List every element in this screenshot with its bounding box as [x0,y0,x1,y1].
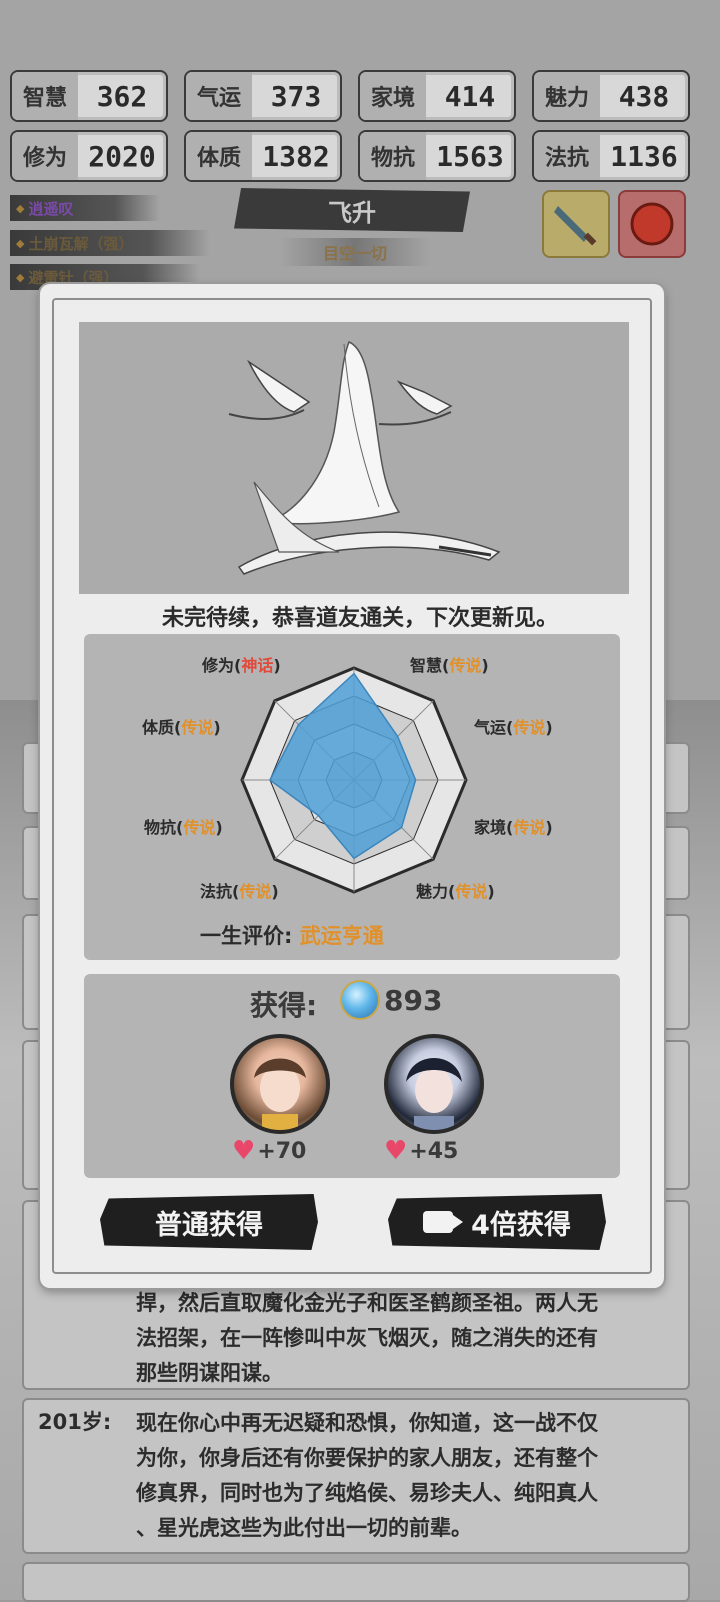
log-text: 捍，然后直取魔化金光子和医圣鹤颜圣祖。两人无 法招架，在一阵惨叫中灰飞烟灭，随之… [136,1286,674,1391]
log-card: 201岁: 现在你心中再无迟疑和恐惧，你知道，这一战不仅 为你，你身后还有你要保… [22,1398,690,1554]
skill-label: 土崩瓦解（强） [28,234,134,253]
orb-icon [630,202,674,246]
radar-label-name: 魅力 [416,882,449,901]
radar-label-grade: 传说 [513,818,546,837]
ascension-artwork [79,322,629,594]
stat-value: 1136 [610,139,678,173]
radar-label-physique: 体质(传说) [142,718,221,737]
stat-name: 修为 [12,132,78,180]
stat-wisdom: 智慧 362 [10,70,168,122]
radar-label-phys-resist: 物抗(传说) [144,818,223,837]
stat-physique: 体质 1382 [184,130,342,182]
radar-label-luck: 气运(传说) [474,718,553,737]
4x-claim-button[interactable]: 4倍获得 [388,1194,606,1250]
favor-bonus: +45 [409,1138,459,1164]
radar-label-grade: 传说 [239,882,272,901]
diamond-icon: ◆ [16,201,25,215]
radar-label-name: 体质 [142,718,175,737]
stat-charm: 魅力 438 [532,70,690,122]
companion-face-icon [254,1058,306,1130]
radar-label-name: 法抗 [200,882,233,901]
stat-value: 2020 [88,139,156,173]
stat-value: 1563 [436,139,504,173]
skill-item[interactable]: ◆ 逍遥叹 [10,195,160,221]
log-line: 那些阴谋阳谋。 [136,1361,283,1385]
stat-name: 家境 [360,72,426,120]
video-camera-icon [423,1211,464,1233]
log-line: 修真界，同时也为了纯焰侯、易珍夫人、纯阳真人 [136,1481,598,1505]
companion-favor: ♥ +45 [384,1136,458,1166]
crane-immortal-illustration [228,341,501,575]
stat-name: 物抗 [360,132,426,180]
log-line: 为你，你身后还有你要保护的家人朋友，还有整个 [136,1446,598,1470]
completion-message: 未完待续，恭喜道友通关，下次更新见。 [161,606,558,631]
radar-label-wisdom: 智慧(传说) [410,656,489,675]
companion-face-icon [406,1058,462,1130]
stat-family: 家境 414 [358,70,516,122]
radar-label-name: 气运 [474,718,507,737]
evaluation-value: 武运亨通 [299,924,384,948]
normal-claim-button[interactable]: 普通获得 [100,1194,318,1250]
stat-name: 魅力 [534,72,600,120]
life-evaluation: 一生评价: 武运亨通 [200,920,384,950]
4x-claim-label: 4倍获得 [471,1209,571,1241]
attribute-radar-chart [240,666,468,894]
normal-claim-label: 普通获得 [155,1209,263,1241]
stat-value: 414 [444,79,496,113]
companion-portrait[interactable] [230,1034,330,1134]
radar-label-name: 家境 [474,818,507,837]
radar-label-name: 物抗 [144,818,177,837]
companion-portrait[interactable] [384,1034,484,1134]
dagger-icon [554,206,597,246]
log-text: 现在你心中再无迟疑和恐惧，你知道，这一战不仅 为你，你身后还有你要保护的家人朋友… [136,1406,674,1546]
equipment-slot[interactable] [542,190,610,258]
log-line: 、星光虎这些为此付出一切的前辈。 [136,1516,472,1540]
stat-name: 体质 [186,132,252,180]
heart-icon: ♥ [232,1136,256,1166]
radar-label-charm: 魅力(传说) [416,882,495,901]
stat-magic-resist: 法抗 1136 [532,130,690,182]
skill-item[interactable]: ◆ 土崩瓦解（强） [10,230,210,256]
log-age: 201岁: [38,1410,112,1434]
radar-label-name: 智慧 [410,656,443,675]
favor-bonus: +70 [257,1138,307,1164]
radar-label-grade: 传说 [455,882,488,901]
radar-label-grade: 神话 [241,656,274,675]
log-line: 法招架，在一阵惨叫中灰飞烟灭，随之消失的还有 [136,1326,598,1350]
gain-label: 获得: [250,989,318,1022]
stat-value: 1382 [262,139,330,173]
companion-favor: ♥ +70 [232,1136,306,1166]
gain-amount: 893 [384,984,443,1017]
diamond-icon: ◆ [16,270,25,284]
stat-value: 373 [270,79,322,113]
radar-label-cultivation: 修为(神话) [202,656,281,675]
log-line: 捍，然后直取魔化金光子和医圣鹤颜圣祖。两人无 [136,1291,598,1315]
radar-label-magic-resist: 法抗(传说) [200,882,279,901]
stat-value: 438 [618,79,670,113]
log-card [22,1562,690,1602]
stat-cultivation: 修为 2020 [10,130,168,182]
stat-name: 法抗 [534,132,600,180]
stat-value: 362 [96,79,148,113]
radar-label-grade: 传说 [181,718,214,737]
radar-label-grade: 传说 [183,818,216,837]
log-line: 现在你心中再无迟疑和恐惧，你知道，这一战不仅 [136,1411,598,1435]
radar-label-name: 修为 [202,656,235,675]
stat-name: 气运 [186,72,252,120]
radar-label-grade: 传说 [449,656,482,675]
stat-phys-resist: 物抗 1563 [358,130,516,182]
stat-name: 智慧 [12,72,78,120]
stage-subtitle: 目空一切 [280,238,430,266]
equipment-slot[interactable] [618,190,686,258]
spirit-gem-icon [340,980,380,1020]
radar-label-grade: 传说 [513,718,546,737]
heart-icon: ♥ [384,1136,408,1166]
stage-title: 飞升 [234,188,470,232]
evaluation-label: 一生评价: [200,924,293,948]
diamond-icon: ◆ [16,236,25,250]
skill-label: 逍遥叹 [28,199,74,218]
stat-luck: 气运 373 [184,70,342,122]
radar-label-family: 家境(传说) [474,818,553,837]
